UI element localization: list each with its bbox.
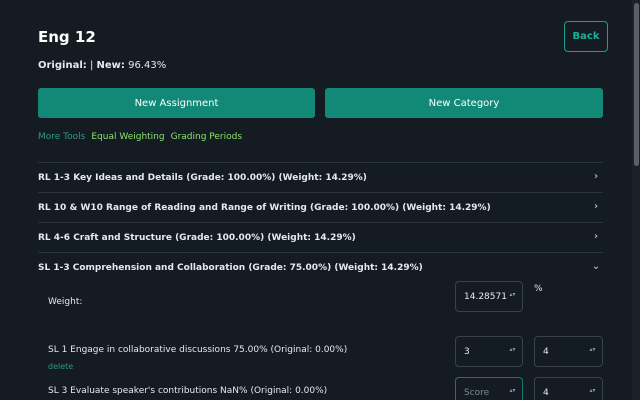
page-title: Eng 12: [38, 28, 96, 46]
new-assignment-button[interactable]: New Assignment: [38, 88, 315, 118]
total-value: 4: [543, 387, 549, 398]
new-label: New:: [96, 60, 125, 71]
new-grade-value: 96.43%: [128, 60, 167, 71]
spinner-icon[interactable]: ▴▾: [509, 292, 516, 302]
score-value: 3: [464, 346, 470, 357]
category-accordion[interactable]: RL 4-6 Craft and Structure (Grade: 100.0…: [38, 222, 603, 252]
category-label: RL 4-6 Craft and Structure (Grade: 100.0…: [38, 232, 356, 243]
category-accordion-expanded[interactable]: SL 1-3 Comprehension and Collaboration (…: [38, 252, 603, 282]
total-input[interactable]: 4 ▴▾: [534, 336, 603, 367]
score-placeholder: Score: [464, 387, 490, 398]
scrollbar-thumb[interactable]: [634, 3, 639, 166]
score-input[interactable]: Score ▴▾: [455, 377, 523, 400]
spinner-icon[interactable]: ▴▾: [509, 388, 516, 398]
weight-input[interactable]: 14.28571 ▴▾: [455, 281, 523, 312]
chevron-down-icon: ⌄: [591, 261, 601, 272]
category-label: SL 1-3 Comprehension and Collaboration (…: [38, 262, 423, 273]
category-accordion[interactable]: RL 10 & W10 Range of Reading and Range o…: [38, 192, 603, 222]
percent-sign: %: [534, 284, 543, 294]
chevron-right-icon: ›: [593, 231, 599, 242]
grade-summary: Original: | New: 96.43%: [38, 60, 166, 71]
separator: |: [89, 60, 94, 71]
chevron-right-icon: ›: [593, 171, 599, 182]
equal-weighting-link[interactable]: Equal Weighting: [91, 132, 164, 142]
score-input[interactable]: 3 ▴▾: [455, 336, 523, 367]
total-input[interactable]: 4 ▴▾: [534, 377, 603, 400]
back-button[interactable]: Back: [564, 21, 608, 52]
tools-bar: More Tools Equal Weighting Grading Perio…: [38, 132, 242, 142]
spinner-icon[interactable]: ▴▾: [589, 388, 596, 398]
category-accordion[interactable]: RL 1-3 Key Ideas and Details (Grade: 100…: [38, 162, 603, 192]
spinner-icon[interactable]: ▴▾: [509, 347, 516, 357]
original-label: Original:: [38, 60, 87, 71]
chevron-right-icon: ›: [593, 201, 599, 212]
category-label: RL 1-3 Key Ideas and Details (Grade: 100…: [38, 172, 367, 183]
scrollbar[interactable]: [632, 0, 640, 400]
assignment-label: SL 3 Evaluate speaker's contributions Na…: [48, 386, 328, 396]
assignment-label: SL 1 Engage in collaborative discussions…: [48, 345, 348, 355]
total-value: 4: [543, 346, 549, 357]
category-label: RL 10 & W10 Range of Reading and Range o…: [38, 202, 491, 213]
delete-assignment-link[interactable]: delete: [48, 362, 73, 371]
spinner-icon[interactable]: ▴▾: [589, 347, 596, 357]
grading-periods-link[interactable]: Grading Periods: [171, 132, 242, 142]
more-tools-label: More Tools: [38, 132, 86, 142]
weight-value: 14.28571: [464, 291, 507, 302]
new-category-button[interactable]: New Category: [325, 88, 603, 118]
weight-label: Weight:: [48, 297, 83, 307]
